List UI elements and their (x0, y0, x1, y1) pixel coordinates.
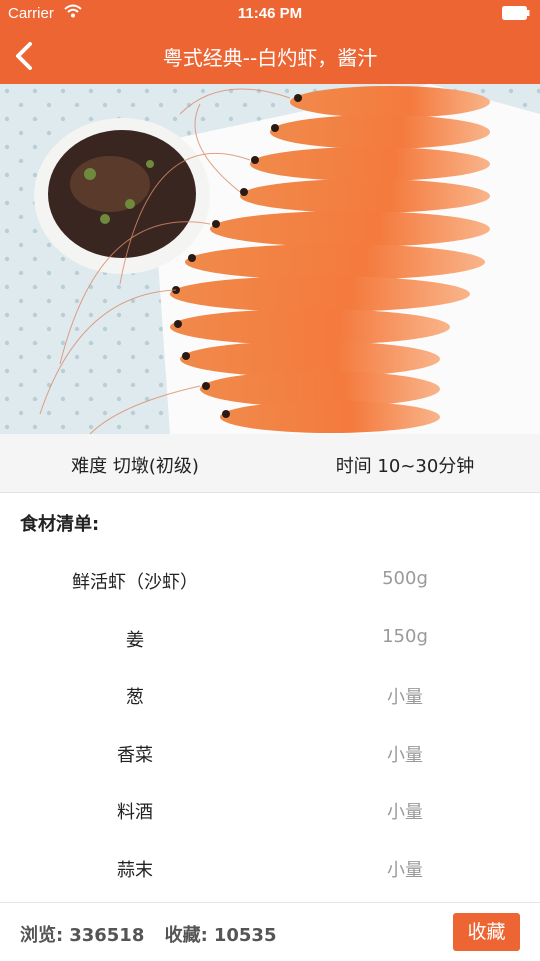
recipe-meta-bar: 难度 切墩(初级) 时间 10~30分钟 (0, 434, 540, 493)
status-time: 11:46 PM (237, 5, 303, 22)
ingredient-row: 姜 150g (0, 608, 540, 666)
ingredient-row: 香菜 小量 (0, 723, 540, 781)
back-button[interactable] (10, 36, 50, 76)
ingredients-title: 食材清单: (20, 514, 100, 535)
ingredient-amount: 小量 (387, 687, 423, 708)
views-label: 浏览: (20, 925, 64, 946)
ingredient-amount: 小量 (387, 802, 423, 823)
ingredient-name: 料酒 (117, 802, 153, 823)
stats: 浏览: 336518 收藏: 10535 (20, 921, 282, 947)
ingredient-row: 蒜末 小量 (0, 838, 540, 896)
ingredient-amount: 150g (382, 625, 428, 647)
favorites-label: 收藏: (164, 925, 208, 946)
difficulty-label: 难度 切墩(初级) (71, 456, 199, 477)
ingredient-row: 料酒 小量 (0, 780, 540, 838)
favorite-button[interactable]: 收藏 (453, 913, 520, 951)
ingredient-row: 葱 小量 (0, 665, 540, 723)
bottom-bar: 浏览: 336518 收藏: 10535 收藏 (0, 902, 540, 961)
ingredient-amount: 500g (382, 568, 428, 589)
ingredient-amount: 小量 (387, 859, 423, 881)
ingredient-list: 鲜活虾（沙虾） 500g 姜 150g 葱 小量 香菜 小量 料酒 小量 蒜末 … (0, 550, 540, 895)
battery-icon (502, 6, 530, 20)
time-label: 时间 10~30分钟 (335, 456, 475, 477)
ingredient-amount: 小量 (387, 744, 423, 766)
ingredient-name: 香菜 (117, 744, 153, 766)
ingredient-name: 葱 (126, 687, 144, 708)
nav-bar: 粤式经典--白灼虾，酱汁 (0, 28, 540, 84)
status-bar: Carrier 11:46 PM (0, 0, 540, 28)
page-title: 粤式经典--白灼虾，酱汁 (162, 46, 378, 70)
views-count: 336518 (69, 925, 145, 946)
ingredient-row: 鲜活虾（沙虾） 500g (0, 550, 540, 608)
ingredient-name: 鲜活虾（沙虾） (72, 572, 198, 593)
favorites-count: 10535 (213, 925, 277, 946)
chevron-left-icon (10, 42, 50, 80)
ingredient-name: 蒜末 (117, 859, 153, 881)
ingredient-name: 姜 (126, 629, 144, 651)
recipe-hero-image (0, 84, 540, 434)
